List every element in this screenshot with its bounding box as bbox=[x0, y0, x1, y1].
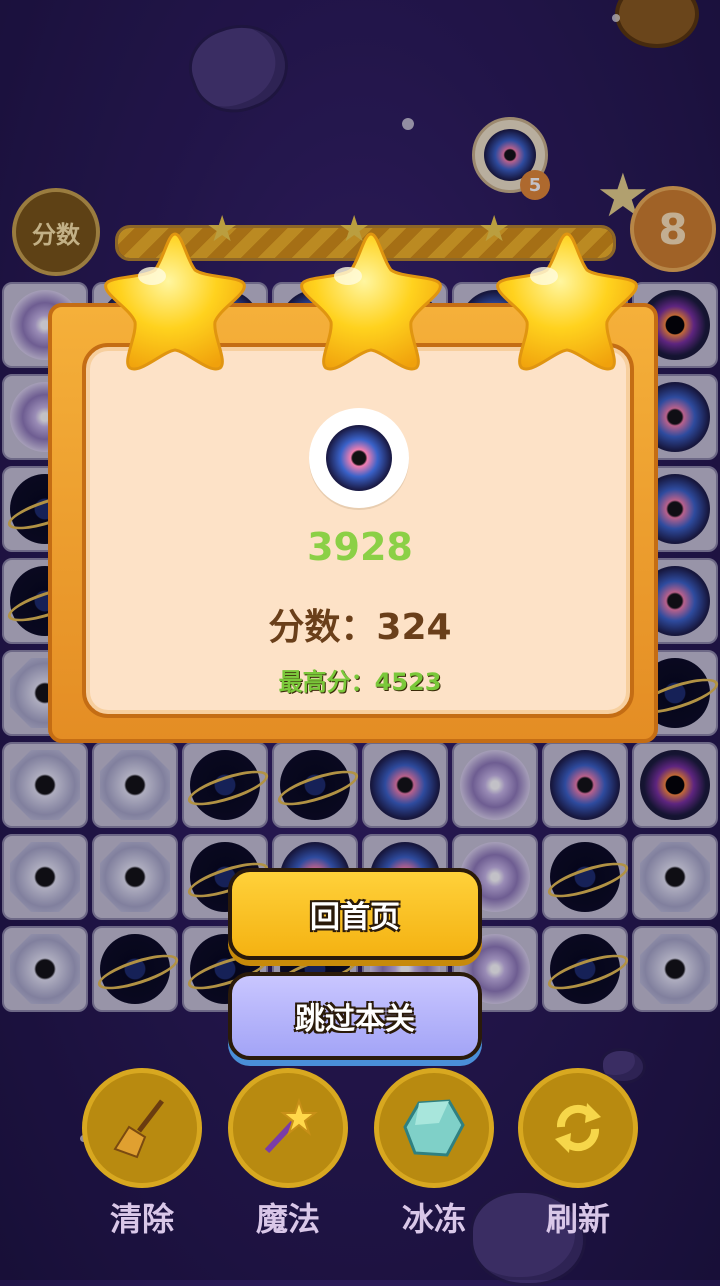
best-score-text: 最高分：4523 bbox=[278, 668, 442, 696]
clear-tool-label: 清除 bbox=[109, 1200, 174, 1238]
freeze-tool-label: 冰冻 bbox=[401, 1200, 466, 1238]
ice-cube-icon bbox=[403, 1099, 465, 1157]
refresh-tool-button[interactable] bbox=[518, 1068, 638, 1188]
refresh-tool-label: 刷新 bbox=[545, 1200, 610, 1238]
score-text: 分数：324 bbox=[268, 607, 452, 648]
broom-icon bbox=[113, 1099, 164, 1159]
refresh-icon bbox=[555, 1103, 601, 1153]
result-star-icon bbox=[496, 232, 638, 371]
magic-wand-icon bbox=[264, 1097, 318, 1154]
result-star-icon bbox=[300, 232, 442, 371]
magic-tool-button[interactable] bbox=[228, 1068, 348, 1188]
clear-tool-button[interactable] bbox=[82, 1068, 202, 1188]
points-value: 3928 bbox=[307, 525, 413, 569]
freeze-tool-button[interactable] bbox=[374, 1068, 494, 1188]
magic-tool-label: 魔法 bbox=[255, 1200, 320, 1238]
skip-level-button[interactable]: 跳过本关 bbox=[228, 972, 482, 1060]
home-button[interactable]: 回首页 bbox=[228, 868, 482, 960]
result-star-icon bbox=[104, 232, 246, 371]
result-tile-icon bbox=[309, 408, 409, 508]
